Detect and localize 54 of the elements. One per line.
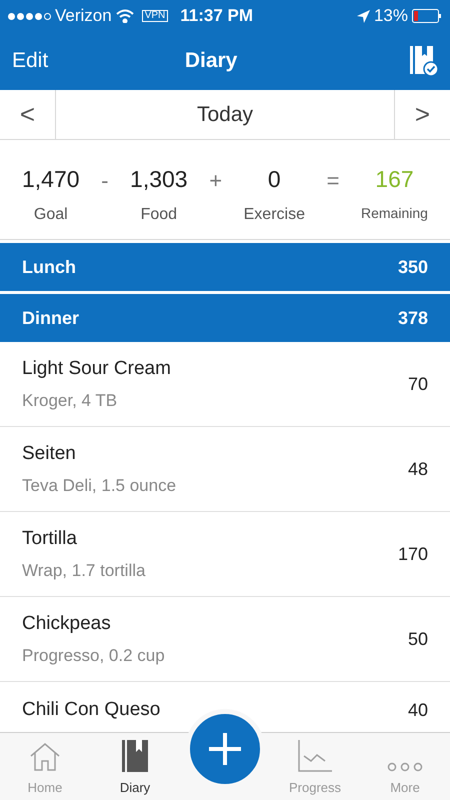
book-icon (122, 740, 148, 772)
calorie-label: Food (140, 204, 178, 224)
food-name: Chickpeas (22, 612, 112, 636)
clock-time: 11:37 PM (180, 5, 254, 28)
operator-symbol: = (326, 167, 340, 195)
food-calories: 40 (408, 698, 428, 722)
operator-symbol: - (101, 167, 108, 195)
page-title: Diary (184, 48, 238, 74)
food-calories: 48 (408, 458, 428, 480)
edit-button[interactable]: Edit (12, 45, 48, 77)
operator-symbol: + (209, 167, 222, 195)
battery-percent: 13% (374, 5, 408, 28)
calorie-value: 167 (375, 165, 414, 194)
calorie-value: 1,470 (22, 165, 80, 194)
calorie-value: 0 (268, 165, 281, 194)
signal-icon (8, 12, 51, 20)
food-name: Chili Con Queso (22, 698, 162, 722)
previous-day-button[interactable]: < (0, 90, 56, 139)
tab-item[interactable]: Diary (90, 733, 180, 800)
tab-item[interactable]: Progress (270, 733, 360, 800)
calorie-value: 1,303 (130, 165, 188, 194)
location-arrow-icon (356, 10, 370, 22)
meal-header[interactable]: Lunch 350 (0, 243, 450, 291)
food-name: Light Sour Cream (22, 357, 172, 381)
calorie-label: Goal (34, 204, 68, 224)
meal-calories: 350 (398, 256, 428, 278)
plus-icon (208, 732, 242, 766)
meal-calories: 378 (398, 306, 428, 330)
wifi-icon (116, 9, 134, 23)
food-detail: Kroger, 4 TB (22, 390, 118, 412)
food-detail: Teva Deli, 1.5 ounce (22, 474, 178, 496)
date-label: Today (196, 102, 254, 128)
tab-item[interactable]: Home (0, 733, 90, 800)
calorie-label: Remaining (361, 204, 428, 223)
calorie-label: Exercise (244, 204, 305, 224)
meal-name: Dinner (22, 306, 80, 330)
food-detail: Progresso, 0.2 cup (22, 644, 166, 666)
food-name: Seiten (22, 442, 77, 466)
food-calories: 70 (408, 372, 428, 396)
tab-item[interactable]: More (360, 733, 450, 800)
food-detail: Wrap, 1.7 tortilla (22, 560, 146, 582)
bookmark-check-icon[interactable] (410, 46, 438, 76)
food-name: Tortilla (22, 527, 78, 551)
battery-icon (412, 9, 442, 23)
food-calories: 170 (398, 542, 428, 566)
carrier-name: Verizon (55, 5, 112, 28)
food-calories: 50 (408, 628, 428, 650)
meal-name: Lunch (22, 256, 76, 278)
vpn-badge: VPN (142, 10, 168, 22)
home-icon (29, 742, 61, 772)
meal-header[interactable]: Dinner 378 (0, 294, 450, 342)
more-icon (387, 762, 423, 772)
line-chart-icon (298, 740, 332, 772)
next-day-button[interactable]: > (394, 90, 450, 139)
